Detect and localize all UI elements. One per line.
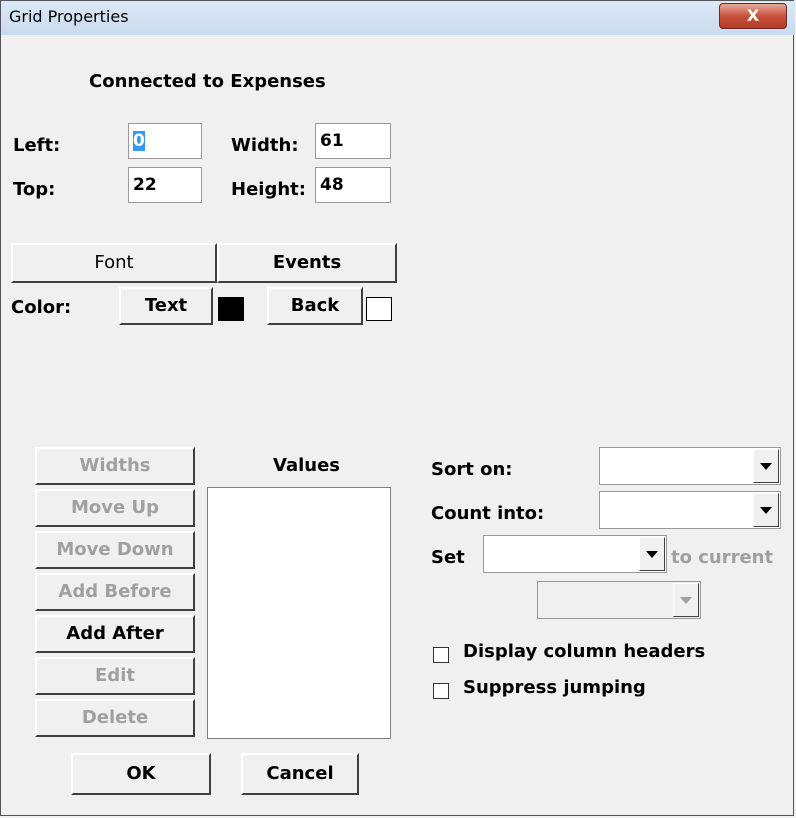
widths-button[interactable]: Widths bbox=[35, 447, 195, 485]
height-label: Height: bbox=[231, 179, 306, 200]
values-label: Values bbox=[273, 455, 340, 476]
to-current-label: to current bbox=[671, 547, 774, 568]
sort-on-dropdown[interactable] bbox=[599, 447, 781, 485]
cancel-button[interactable]: Cancel bbox=[241, 753, 359, 795]
close-button[interactable]: X bbox=[719, 3, 787, 29]
display-headers-checkbox[interactable] bbox=[433, 647, 449, 663]
suppress-jumping-checkbox[interactable] bbox=[433, 683, 449, 699]
count-into-label: Count into: bbox=[431, 503, 545, 524]
back-color-button[interactable]: Back bbox=[267, 287, 363, 325]
grid-properties-dialog: Grid Properties X Connected to Expenses … bbox=[0, 0, 795, 816]
set-target-dropdown[interactable] bbox=[537, 581, 701, 619]
ok-button[interactable]: OK bbox=[71, 753, 211, 795]
left-label: Left: bbox=[13, 135, 61, 156]
count-into-dropdown[interactable] bbox=[599, 491, 781, 529]
chevron-down-icon[interactable] bbox=[639, 537, 665, 571]
events-button[interactable]: Events bbox=[217, 243, 397, 283]
width-label: Width: bbox=[231, 135, 299, 156]
color-label: Color: bbox=[11, 297, 72, 318]
top-field[interactable]: 22 bbox=[128, 167, 202, 203]
close-icon: X bbox=[746, 6, 760, 25]
window-title: Grid Properties bbox=[9, 7, 129, 26]
display-headers-label: Display column headers bbox=[463, 641, 706, 662]
add-after-button[interactable]: Add After bbox=[35, 615, 195, 653]
back-color-swatch bbox=[366, 297, 392, 321]
height-field[interactable]: 48 bbox=[315, 167, 391, 203]
move-up-button[interactable]: Move Up bbox=[35, 489, 195, 527]
dialog-body: Connected to Expenses Left: 0 Width: 61 … bbox=[9, 35, 787, 809]
chevron-down-icon[interactable] bbox=[673, 583, 699, 617]
set-label: Set bbox=[431, 547, 465, 568]
edit-button[interactable]: Edit bbox=[35, 657, 195, 695]
top-label: Top: bbox=[13, 179, 56, 200]
title-bar: Grid Properties X bbox=[1, 1, 795, 35]
sort-on-label: Sort on: bbox=[431, 459, 513, 480]
move-down-button[interactable]: Move Down bbox=[35, 531, 195, 569]
connected-header: Connected to Expenses bbox=[89, 71, 326, 92]
chevron-down-icon[interactable] bbox=[753, 449, 779, 483]
width-field[interactable]: 61 bbox=[315, 123, 391, 159]
values-list[interactable] bbox=[207, 487, 391, 739]
chevron-down-icon[interactable] bbox=[753, 493, 779, 527]
add-before-button[interactable]: Add Before bbox=[35, 573, 195, 611]
suppress-jumping-label: Suppress jumping bbox=[463, 677, 646, 698]
text-color-button[interactable]: Text bbox=[119, 287, 213, 325]
set-dropdown[interactable] bbox=[483, 535, 667, 573]
left-field[interactable]: 0 bbox=[128, 123, 202, 159]
text-color-swatch bbox=[218, 297, 244, 321]
left-field-value: 0 bbox=[133, 131, 145, 151]
delete-button[interactable]: Delete bbox=[35, 699, 195, 737]
font-button[interactable]: Font bbox=[11, 243, 217, 283]
